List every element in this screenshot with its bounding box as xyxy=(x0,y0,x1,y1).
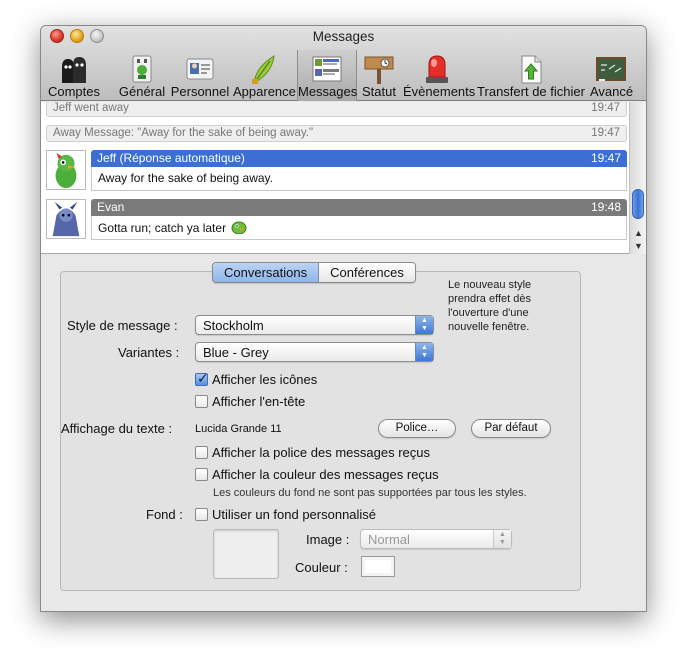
toolbar-item-statut[interactable]: Statut xyxy=(360,50,398,101)
show-received-font-label: Afficher la police des messages reçus xyxy=(212,445,430,460)
status-time: 19:47 xyxy=(591,127,620,139)
status-text: Jeff went away xyxy=(53,102,129,114)
tab-conferences[interactable]: Conférences xyxy=(319,263,415,282)
status-icon xyxy=(364,56,394,84)
avatar xyxy=(46,199,86,239)
select-arrows-icon: ▲ ▼ xyxy=(415,343,433,361)
checkbox-unchecked-icon xyxy=(195,508,208,521)
show-header-checkbox[interactable]: Afficher l'en-tête xyxy=(195,394,305,409)
toolbar-item-general[interactable]: Général xyxy=(117,50,167,101)
message-style-value: Stockholm xyxy=(203,318,264,333)
style-change-note: Le nouveau style prendra effet dès l'ouv… xyxy=(448,279,532,333)
custom-background-label: Utiliser un fond personnalisé xyxy=(212,507,377,522)
background-label: Fond : xyxy=(146,507,183,522)
advanced-icon xyxy=(596,57,626,81)
tab-switcher: Conversations Conférences xyxy=(212,262,416,283)
checkbox-checked-icon xyxy=(195,370,209,387)
image-select[interactable]: Normal ▲ ▼ xyxy=(360,529,512,549)
general-icon xyxy=(132,55,152,83)
accounts-icon xyxy=(62,57,86,83)
toolbar-item-apparence[interactable]: Apparence xyxy=(233,50,296,101)
show-icons-checkbox[interactable]: Afficher les icônes xyxy=(195,370,318,387)
file-transfer-icon xyxy=(521,55,542,84)
message-header: Evan 19:48 xyxy=(91,199,627,216)
custom-background-checkbox[interactable]: Utiliser un fond personnalisé xyxy=(195,507,376,522)
show-received-font-checkbox[interactable]: Afficher la police des messages reçus xyxy=(195,445,430,460)
show-received-color-checkbox[interactable]: Afficher la couleur des messages reçus xyxy=(195,467,439,482)
message-style-label: Style de message : xyxy=(67,318,178,333)
toolbar-label-transfert-de-fichier: Transfert de fichier xyxy=(477,84,585,99)
appearance-icon xyxy=(252,55,275,84)
status-line: Jeff went away 19:47 xyxy=(46,102,627,117)
toolbar-label-general: Général xyxy=(118,84,166,99)
message-body: Gotta run; catch ya later xyxy=(91,216,627,240)
tab-conversations[interactable]: Conversations xyxy=(213,263,320,282)
toolbar-label-comptes: Comptes xyxy=(47,84,101,99)
messages-icon xyxy=(312,56,342,82)
avatar xyxy=(46,150,86,190)
show-received-color-label: Afficher la couleur des messages reçus xyxy=(212,467,439,482)
toolbar-label-evenements: Évènements xyxy=(403,84,476,99)
toolbar-label-avance: Avancé xyxy=(590,84,634,99)
window-title: Messages xyxy=(312,29,375,44)
background-image-well[interactable] xyxy=(213,529,279,579)
toolbar-item-evenements[interactable]: Évènements xyxy=(403,50,476,101)
select-arrows-icon: ▲ ▼ xyxy=(493,530,511,548)
toolbar-item-personnel[interactable]: Personnel xyxy=(170,50,230,101)
image-value: Normal xyxy=(368,532,410,547)
scroll-down-arrow-icon[interactable]: ▼ xyxy=(634,241,643,251)
toolbar-item-transfert-de-fichier[interactable]: Transfert de fichier xyxy=(476,50,586,101)
toolbar-label-apparence: Apparence xyxy=(233,84,296,99)
show-header-label: Afficher l'en-tête xyxy=(212,394,306,409)
checkbox-unchecked-icon xyxy=(195,468,208,481)
image-label: Image : xyxy=(306,532,350,547)
message-preview: Jeff went away 19:47 Away Message: "Away… xyxy=(41,102,646,254)
toolbar-item-avance[interactable]: Avancé xyxy=(590,50,634,101)
emoticon-icon xyxy=(231,221,247,235)
select-arrows-icon: ▲ ▼ xyxy=(415,316,433,334)
checkbox-unchecked-icon xyxy=(195,446,208,459)
status-line: Away Message: "Away for the sake of bein… xyxy=(46,125,627,142)
toolbar-item-comptes[interactable]: Comptes xyxy=(45,50,103,101)
toolbar-label-statut: Statut xyxy=(362,84,396,99)
toolbar-item-messages[interactable]: Messages xyxy=(297,50,357,101)
variant-value: Blue - Grey xyxy=(203,345,269,360)
message-sender: Jeff (Réponse automatique) xyxy=(97,151,245,165)
message-bubble-evan: Evan 19:48 Gotta run; catch ya later xyxy=(46,199,627,240)
color-swatch[interactable] xyxy=(361,556,395,577)
scrollbar-thumb[interactable] xyxy=(632,189,644,219)
default-button[interactable]: Par défaut xyxy=(471,419,551,438)
checkbox-unchecked-icon xyxy=(195,395,208,408)
variant-label: Variantes : xyxy=(118,345,180,360)
personal-icon xyxy=(186,58,214,80)
message-time: 19:48 xyxy=(590,200,621,214)
message-sender: Evan xyxy=(97,200,125,214)
font-value: Lucida Grande 11 xyxy=(195,423,282,435)
events-icon xyxy=(426,55,448,83)
message-time: 19:47 xyxy=(590,151,621,165)
background-color-note: Les couleurs du fond ne sont pas support… xyxy=(213,487,527,499)
message-header: Jeff (Réponse automatique) 19:47 xyxy=(91,150,627,167)
status-time: 19:47 xyxy=(591,102,620,114)
color-label: Couleur : xyxy=(295,560,348,575)
toolbar-label-personnel: Personnel xyxy=(170,84,230,99)
show-icons-label: Afficher les icônes xyxy=(212,372,318,387)
message-bubble-jeff: Jeff (Réponse automatique) 19:47 Away fo… xyxy=(46,150,627,191)
scroll-up-arrow-icon[interactable]: ▲ xyxy=(634,228,643,238)
chat-scrollbar[interactable]: ▲ ▼ xyxy=(629,102,646,254)
toolbar-label-messages: Messages xyxy=(298,84,358,99)
message-text: Gotta run; catch ya later xyxy=(98,221,227,235)
status-text: Away Message: "Away for the sake of bein… xyxy=(53,127,314,139)
message-body: Away for the sake of being away. xyxy=(91,167,627,191)
variant-select[interactable]: Blue - Grey ▲ ▼ xyxy=(195,342,434,362)
preferences-window: Messages Comptes Général Personnel Appar… xyxy=(40,25,647,612)
text-display-label: Affichage du texte : xyxy=(61,421,173,436)
font-button[interactable]: Police… xyxy=(378,419,456,438)
message-style-select[interactable]: Stockholm ▲ ▼ xyxy=(195,315,434,335)
toolbar: Messages Comptes Général Personnel Appar… xyxy=(41,26,646,101)
